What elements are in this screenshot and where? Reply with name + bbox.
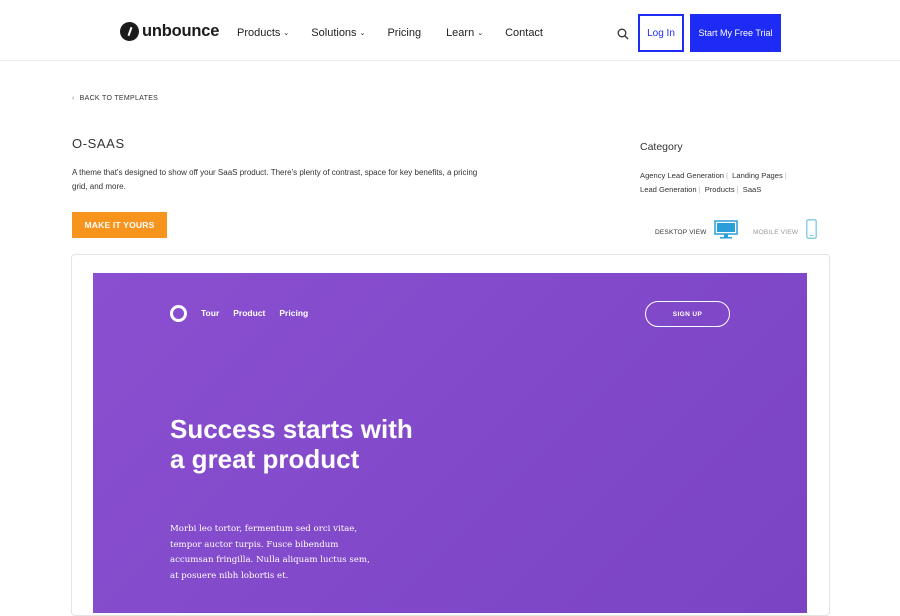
mobile-view-label[interactable]: MOBILE VIEW (753, 229, 798, 236)
category-link[interactable]: Products (705, 185, 735, 194)
category-separator: | (726, 171, 728, 180)
logo-text: unbounce (142, 22, 220, 40)
back-to-templates-label: BACK TO TEMPLATES (79, 95, 159, 102)
nav-contact-label: Contact (505, 27, 543, 39)
nav-pricing-label: Pricing (387, 27, 422, 39)
nav-solutions[interactable]: Solutions ⌄ (311, 27, 365, 39)
back-to-templates-link[interactable]: ‹ BACK TO TEMPLATES (72, 95, 158, 102)
logo-mark-icon (120, 22, 139, 41)
nav-learn[interactable]: Learn ⌄ (446, 27, 483, 39)
login-button[interactable]: Log In (638, 14, 684, 52)
desktop-monitor-icon[interactable] (714, 220, 738, 239)
chevron-down-icon: ⌄ (359, 30, 366, 37)
preview-nav-pricing[interactable]: Pricing (279, 308, 308, 318)
category-heading: Category (640, 141, 683, 153)
preview-logo-ring-icon (170, 305, 187, 322)
make-it-yours-button[interactable]: MAKE IT YOURS (72, 212, 167, 238)
nav-solutions-label: Solutions (311, 27, 357, 39)
category-link[interactable]: Agency Lead Generation (640, 171, 724, 180)
nav-contact[interactable]: Contact (505, 27, 543, 39)
preview-nav: Tour Product Pricing (201, 308, 322, 318)
category-separator: | (784, 171, 787, 180)
main-nav: Products ⌄ Solutions ⌄ Pricing Learn ⌄ Cont… (237, 27, 565, 39)
preview-nav-product[interactable]: Product (233, 308, 265, 318)
chevron-left-icon: ‹ (72, 95, 75, 102)
category-separator: | (698, 184, 701, 194)
category-link[interactable]: Lead Generation (640, 185, 697, 194)
category-list: Agency Lead Generation | Landing Pages | L… (640, 169, 810, 196)
nav-products[interactable]: Products ⌄ (237, 27, 289, 39)
chevron-down-icon: ⌄ (283, 30, 290, 37)
category-link[interactable]: Landing Pages (732, 171, 783, 180)
category-link[interactable]: SaaS (743, 185, 762, 194)
template-title: O-SAAS (72, 136, 125, 151)
preview-hero-body: Morbi leo tortor, fermentum sed orci vit… (170, 524, 370, 581)
template-description: A theme that's designed to show off your… (72, 168, 478, 191)
chevron-down-icon: ⌄ (477, 30, 484, 37)
nav-products-label: Products (237, 27, 281, 39)
preview-hero-heading: Success starts with a great product (170, 414, 413, 474)
template-preview-hero: Tour Product Pricing SIGN UP Success sta… (93, 273, 807, 613)
start-free-trial-button[interactable]: Start My Free Trial (690, 14, 781, 52)
search-icon[interactable] (617, 28, 629, 40)
desktop-view-label[interactable]: DESKTOP VIEW (655, 229, 707, 236)
category-separator: | (736, 184, 739, 194)
preview-sign-up-button[interactable]: SIGN UP (645, 301, 730, 327)
preview-nav-tour[interactable]: Tour (201, 308, 219, 318)
top-navigation: unbounce Products ⌄ Solutions ⌄ Pricing Le… (0, 0, 900, 61)
mobile-phone-icon[interactable] (806, 219, 817, 239)
unbounce-logo[interactable]: unbounce (120, 22, 219, 41)
nav-learn-label: Learn (446, 27, 475, 39)
nav-pricing[interactable]: Pricing (387, 27, 421, 39)
